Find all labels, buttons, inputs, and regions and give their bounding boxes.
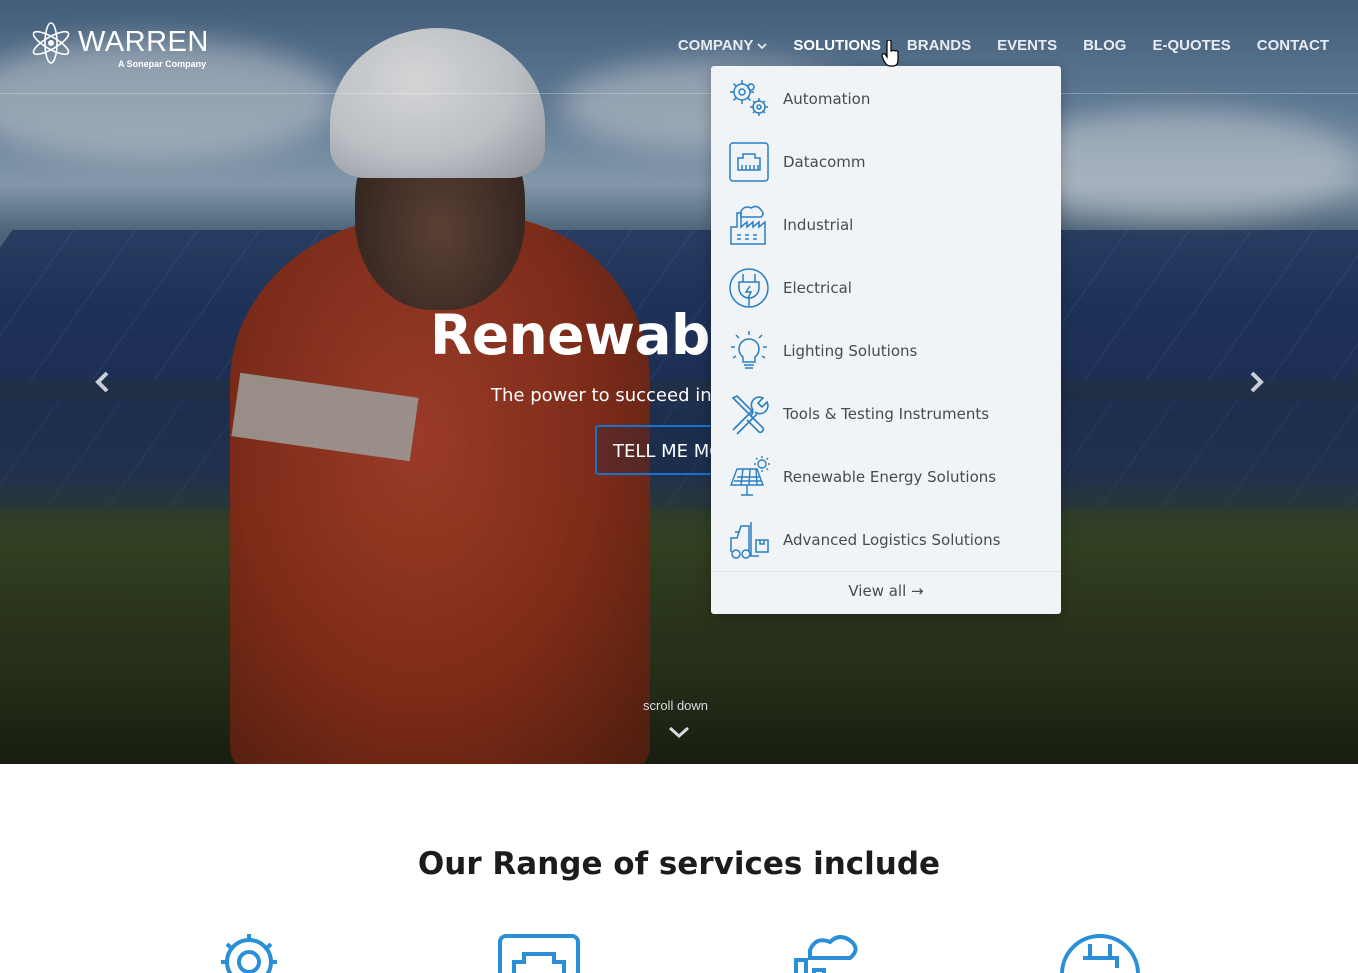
services-heading: Our Range of services include (417, 846, 941, 882)
main-nav: COMPANY SOLUTIONS BRANDS EVENTS BLOG E-Q… (678, 37, 1329, 54)
nav-events[interactable]: EVENTS (997, 37, 1057, 54)
factory-icon (730, 205, 766, 245)
hero-subtitle: The power to succeed in (491, 385, 712, 406)
menu-item-industrial[interactable]: Industrial (711, 193, 1061, 256)
nav-e-quotes[interactable]: E-QUOTES (1152, 37, 1230, 54)
tools-icon (731, 394, 769, 435)
service-datacomm-port-icon[interactable] (494, 930, 584, 973)
scroll-down-chevron-icon[interactable] (667, 724, 691, 740)
hero-banner (0, 0, 1358, 764)
nav-blog[interactable]: BLOG (1083, 37, 1126, 54)
menu-item-datacomm[interactable]: Datacomm (711, 130, 1061, 193)
network-port-icon (729, 141, 769, 182)
menu-item-label: Automation (783, 89, 871, 108)
site-header: WARREN A Sonepar Company COMPANY SOLUTIO… (0, 0, 1358, 94)
service-electrical-plug-icon[interactable] (1055, 930, 1145, 973)
nav-company-label: COMPANY (677, 37, 754, 54)
scroll-down-label[interactable]: scroll down (643, 698, 708, 713)
logo-icon (32, 22, 70, 64)
menu-item-automation[interactable]: Automation (711, 67, 1061, 130)
lightbulb-icon (731, 330, 767, 369)
solar-panel-icon (729, 455, 770, 496)
menu-item-label: Industrial (783, 215, 854, 234)
nav-solutions-label: SOLUTIONS (793, 37, 881, 54)
menu-item-lighting-solutions[interactable]: Lighting Solutions (711, 319, 1061, 382)
solutions-dropdown: Automation Datacomm Industrial Electrica… (711, 66, 1061, 614)
nav-contact[interactable]: CONTACT (1257, 37, 1329, 54)
service-industrial-factory-icon[interactable] (782, 930, 872, 973)
menu-item-label: Electrical (783, 278, 852, 297)
menu-item-advanced-logistics[interactable]: Advanced Logistics Solutions (711, 508, 1061, 571)
menu-item-label: Advanced Logistics Solutions (783, 530, 1001, 549)
logo-wordmark: WARREN (78, 26, 209, 58)
menu-item-label: Datacomm (783, 152, 866, 171)
logo[interactable]: WARREN A Sonepar Company (28, 20, 208, 70)
chevron-down-icon (757, 42, 768, 49)
menu-item-electrical[interactable]: Electrical (711, 256, 1061, 319)
service-automation-gear-icon[interactable] (204, 930, 294, 973)
nav-company[interactable]: COMPANY (678, 37, 768, 54)
forklift-icon (730, 521, 769, 559)
nav-contact-label: CONTACT (1256, 37, 1329, 54)
view-all-link[interactable]: View all → (711, 582, 1061, 600)
gears-icon (730, 79, 768, 116)
carousel-next-icon[interactable] (1246, 370, 1266, 394)
nav-brands-label: BRANDS (906, 37, 972, 54)
nav-brands[interactable]: BRANDS (907, 37, 971, 54)
menu-item-tools-testing[interactable]: Tools & Testing Instruments (711, 382, 1061, 445)
dropdown-divider (711, 571, 1061, 572)
hand-pointer-cursor-icon (881, 40, 899, 67)
nav-e-quotes-label: E-QUOTES (1152, 37, 1231, 54)
hero-overlay (0, 0, 1358, 764)
menu-item-label: Tools & Testing Instruments (783, 404, 990, 423)
nav-blog-label: BLOG (1083, 37, 1127, 54)
logo-tagline: A Sonepar Company (118, 59, 207, 69)
carousel-prev-icon[interactable] (93, 370, 113, 394)
menu-item-label: Renewable Energy Solutions (783, 467, 997, 486)
nav-events-label: EVENTS (997, 37, 1058, 54)
menu-item-renewable-energy[interactable]: Renewable Energy Solutions (711, 445, 1061, 508)
menu-item-label: Lighting Solutions (783, 341, 918, 360)
nav-solutions[interactable]: SOLUTIONS (793, 37, 881, 54)
plug-icon (729, 267, 769, 308)
